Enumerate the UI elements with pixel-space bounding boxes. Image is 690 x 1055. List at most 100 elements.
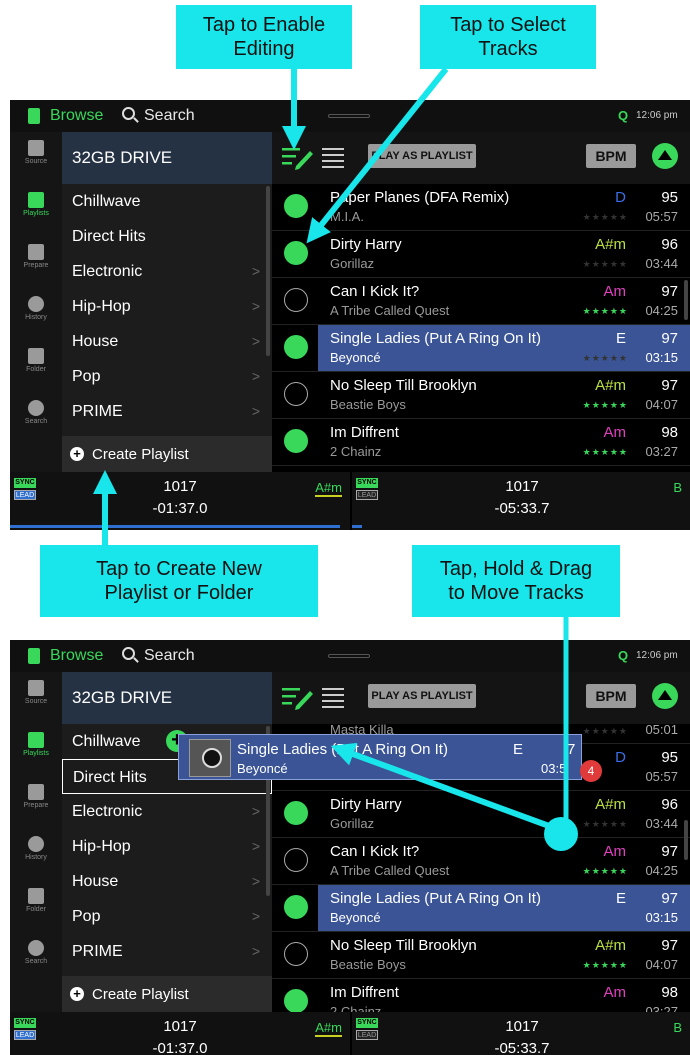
track-row[interactable]: Im Diffrent 2 Chainz Am 98 ★★★★★ 03:27 (272, 419, 690, 466)
sync-button[interactable]: SYNC (356, 478, 378, 488)
track-row[interactable]: Dirty Harry Gorillaz A#m 96 ★★★★★ 03:44 (272, 791, 690, 838)
bpm-sort-button[interactable]: BPM (586, 684, 636, 708)
track-row[interactable]: Dirty Harry Gorillaz A#m 96 ★★★★★ 03:44 (272, 231, 690, 278)
create-playlist-button[interactable]: + Create Playlist (62, 436, 272, 472)
play-as-playlist-button[interactable]: PLAY AS PLAYLIST (368, 684, 476, 708)
search-icon[interactable] (122, 647, 135, 660)
edit-icon[interactable] (282, 146, 314, 170)
select-track-checkbox[interactable] (284, 241, 308, 265)
search-tab[interactable]: Search (144, 647, 195, 665)
nav-folder[interactable]: Folder (10, 340, 62, 392)
track-artist: Gorillaz (330, 816, 375, 831)
track-row-body[interactable]: Single Ladies (Put A Ring On It) Beyoncé E… (318, 885, 690, 931)
track-row[interactable]: No Sleep Till Brooklyn Beastie Boys A#m 97 ★… (272, 932, 690, 979)
track-row-body[interactable]: Paper Planes (DFA Remix) M.I.A. D 95 ★★★★★ 05… (318, 184, 690, 230)
crate-scrollbar[interactable] (266, 186, 270, 356)
browse-tab[interactable]: Browse (50, 647, 103, 665)
track-row[interactable]: Single Ladies (Put A Ring On It) Beyoncé E… (272, 325, 690, 372)
nav-search[interactable]: Search (10, 392, 62, 444)
track-row[interactable]: Can I Kick It? A Tribe Called Quest Am 97 ★★… (272, 838, 690, 885)
track-row[interactable]: Single Ladies (Put A Ring On It) Beyoncé E… (272, 885, 690, 932)
track-row-body[interactable]: Dirty Harry Gorillaz A#m 96 ★★★★★ 03:44 (318, 231, 690, 277)
nav-playlists[interactable]: Playlists (10, 184, 62, 236)
track-row-body[interactable]: No Sleep Till Brooklyn Beastie Boys A#m 97 ★… (318, 372, 690, 418)
bpm-sort-button[interactable]: BPM (586, 144, 636, 168)
drag-handle[interactable] (328, 114, 370, 118)
select-track-checkbox[interactable] (284, 848, 308, 872)
track-bpm: 98 (661, 984, 678, 1001)
search-tab[interactable]: Search (144, 107, 195, 125)
chevron-right-icon: > (251, 943, 260, 959)
crate-item[interactable]: Direct Hits (62, 219, 272, 254)
sync-button[interactable]: SYNC (356, 1018, 378, 1028)
track-row-body[interactable]: Can I Kick It? A Tribe Called Quest Am 97 ★★… (318, 278, 690, 324)
track-scrollbar[interactable] (684, 820, 688, 860)
track-row[interactable]: Paper Planes (DFA Remix) M.I.A. D 95 ★★★★★ 05… (272, 184, 690, 231)
sync-button[interactable]: SYNC (14, 478, 36, 488)
crate-item[interactable]: Pop > (62, 359, 272, 394)
folder-icon (28, 888, 44, 904)
nav-folder[interactable]: Folder (10, 880, 62, 932)
sort-direction-button[interactable] (652, 143, 678, 169)
nav-playlists[interactable]: Playlists (10, 724, 62, 776)
track-title: Dirty Harry (330, 796, 402, 813)
nav-prepare[interactable]: Prepare (10, 236, 62, 288)
edit-icon[interactable] (282, 686, 314, 710)
play-as-playlist-button[interactable]: PLAY AS PLAYLIST (368, 144, 476, 168)
source-header[interactable]: 32GB DRIVE (62, 672, 272, 724)
track-time: 04:07 (645, 957, 678, 972)
nav-source[interactable]: Source (10, 672, 62, 724)
nav-search[interactable]: Search (10, 932, 62, 984)
track-row-body[interactable]: Im Diffrent 2 Chainz Am 98 ★★★★★ 03:27 (318, 419, 690, 465)
crate-item[interactable]: Electronic > (62, 254, 272, 289)
nav-history[interactable]: History (10, 288, 62, 340)
crate-item[interactable]: PRIME > (62, 934, 272, 969)
crate-item[interactable]: House > (62, 864, 272, 899)
crate-item[interactable]: Chillwave (62, 184, 272, 219)
crate-item[interactable]: Pop > (62, 899, 272, 934)
crate-item[interactable]: House > (62, 324, 272, 359)
list-view-icon[interactable] (322, 148, 344, 168)
list-view-icon[interactable] (322, 688, 344, 708)
browse-tab[interactable]: Browse (50, 107, 103, 125)
source-header[interactable]: 32GB DRIVE (62, 132, 272, 184)
track-row-body[interactable]: Dirty Harry Gorillaz A#m 96 ★★★★★ 03:44 (318, 791, 690, 837)
sort-direction-button[interactable] (652, 683, 678, 709)
select-track-checkbox[interactable] (284, 801, 308, 825)
select-track-checkbox[interactable] (284, 895, 308, 919)
dragged-track-ghost[interactable]: Single Ladies (Put A Ring On It) Beyoncé… (178, 734, 582, 780)
select-track-checkbox[interactable] (284, 288, 308, 312)
nav-prepare[interactable]: Prepare (10, 776, 62, 828)
track-row[interactable]: Can I Kick It? A Tribe Called Quest Am 97 ★★… (272, 278, 690, 325)
track-row-body[interactable]: Can I Kick It? A Tribe Called Quest Am 97 ★★… (318, 838, 690, 884)
track-list: PLAY AS PLAYLIST BPM Masta Killa ★★★★★ 05:… (272, 672, 690, 1026)
nav-label: Search (24, 418, 48, 425)
track-scrollbar[interactable] (684, 280, 688, 320)
crate-item[interactable]: Electronic > (62, 794, 272, 829)
track-row-body[interactable]: No Sleep Till Brooklyn Beastie Boys A#m 97 ★… (318, 932, 690, 978)
track-row[interactable]: No Sleep Till Brooklyn Beastie Boys A#m 97 ★… (272, 372, 690, 419)
select-track-checkbox[interactable] (284, 382, 308, 406)
nav-history[interactable]: History (10, 828, 62, 880)
drag-handle[interactable] (328, 654, 370, 658)
select-track-checkbox[interactable] (284, 429, 308, 453)
select-track-checkbox[interactable] (284, 989, 308, 1013)
deck-time: -05:33.7 (494, 500, 550, 517)
select-track-checkbox[interactable] (284, 335, 308, 359)
lead-indicator: LEAD (14, 1030, 36, 1040)
search-icon[interactable] (122, 107, 135, 120)
nav-label: Folder (26, 366, 46, 373)
nav-source[interactable]: Source (10, 132, 62, 184)
select-track-checkbox[interactable] (284, 942, 308, 966)
crate-item[interactable]: PRIME > (62, 394, 272, 429)
track-row-body[interactable]: Single Ladies (Put A Ring On It) Beyoncé E… (318, 325, 690, 371)
crate-item[interactable]: Hip-Hop > (62, 829, 272, 864)
crate-item[interactable]: Hip-Hop > (62, 289, 272, 324)
clock: 12:06 pm (636, 110, 678, 121)
select-track-checkbox[interactable] (284, 194, 308, 218)
create-playlist-button[interactable]: + Create Playlist (62, 976, 272, 1012)
deck-bpm: 1017 (163, 1018, 197, 1035)
track-time: 03:44 (645, 256, 678, 271)
track-artist: Beastie Boys (330, 397, 406, 412)
sync-button[interactable]: SYNC (14, 1018, 36, 1028)
